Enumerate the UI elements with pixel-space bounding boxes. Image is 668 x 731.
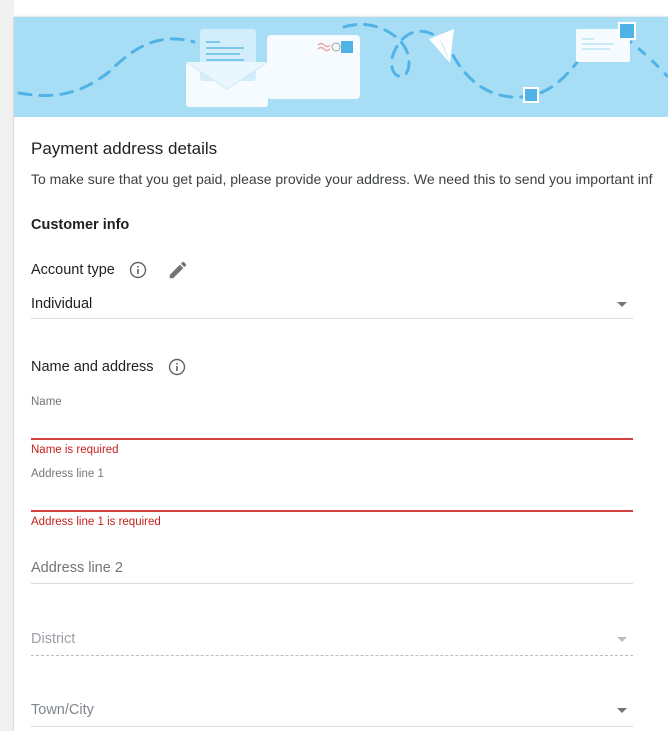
chevron-down-icon <box>617 708 627 713</box>
address-line-2-underline <box>31 583 633 584</box>
address-line-1-underline <box>31 510 633 512</box>
chevron-down-icon <box>617 302 627 307</box>
address-line-1-input[interactable] <box>31 487 633 509</box>
address-line-1-error: Address line 1 is required <box>31 516 161 528</box>
banner-illustration <box>14 17 668 117</box>
name-address-heading: Name and address <box>31 359 154 375</box>
info-icon[interactable] <box>168 358 186 376</box>
account-type-value: Individual <box>31 296 93 312</box>
account-type-label: Account type <box>31 262 115 278</box>
name-label: Name <box>31 396 62 408</box>
page-background <box>0 0 14 731</box>
name-address-label-row: Name and address <box>31 358 186 376</box>
account-type-underline <box>31 318 633 319</box>
address-line-1-label: Address line 1 <box>31 468 104 480</box>
name-underline <box>31 438 633 440</box>
address-line-2-input[interactable] <box>31 557 633 579</box>
account-type-select[interactable]: Individual <box>31 296 633 318</box>
town-city-underline <box>31 726 633 727</box>
district-select[interactable]: District <box>31 631 633 653</box>
payment-address-card: Payment address details To make sure tha… <box>14 17 668 731</box>
info-icon[interactable] <box>129 261 147 279</box>
customer-info-heading: Customer info <box>31 217 130 233</box>
name-input[interactable] <box>31 415 633 437</box>
account-type-label-row: Account type <box>31 259 189 281</box>
district-placeholder: District <box>31 631 76 647</box>
chevron-down-icon <box>617 637 627 642</box>
town-city-select[interactable]: Town/City <box>31 702 633 724</box>
page-description: To make sure that you get paid, please p… <box>31 171 653 187</box>
name-error: Name is required <box>31 444 119 456</box>
pencil-icon[interactable] <box>167 259 189 281</box>
district-underline <box>31 655 633 657</box>
town-city-placeholder: Town/City <box>31 702 94 718</box>
page-title: Payment address details <box>31 139 218 158</box>
